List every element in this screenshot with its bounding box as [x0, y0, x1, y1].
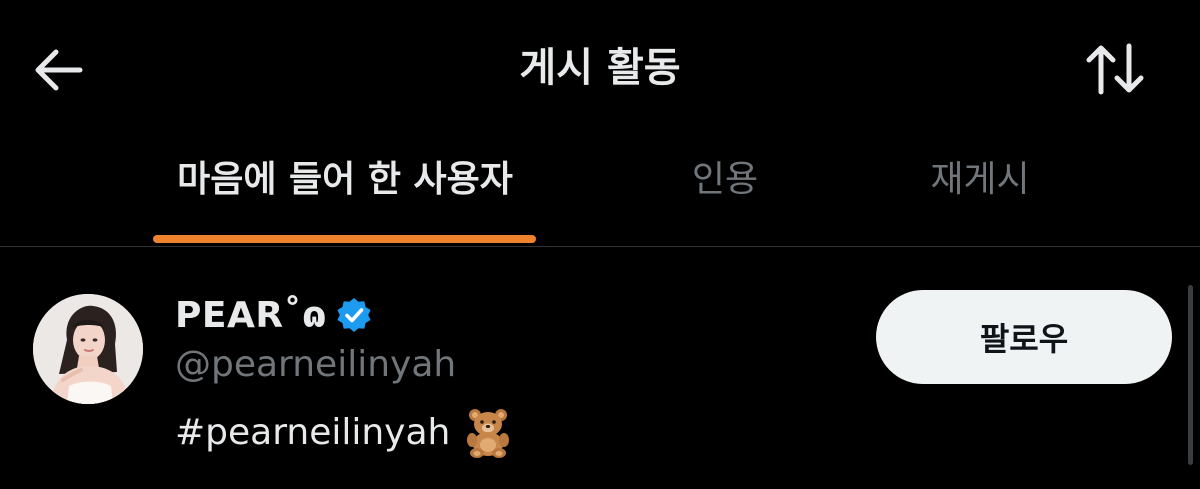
- tab-liked-by[interactable]: 마음에 들어 한 사용자: [150, 150, 540, 220]
- display-name[interactable]: PEAR˚ɷ: [175, 295, 327, 336]
- avatar-image: [33, 294, 143, 404]
- name-line: PEAR˚ɷ: [175, 292, 373, 338]
- tab-bar: 마음에 들어 한 사용자 인용 재게시: [0, 140, 1200, 247]
- verified-badge-icon: [335, 296, 373, 334]
- user-list-item[interactable]: PEAR˚ɷ @pearneilinyah #pearneilinyah 팔로우: [0, 270, 1200, 489]
- page-title: 게시 활동: [519, 45, 681, 91]
- top-bar: 게시 활동: [0, 0, 1200, 135]
- teddy-bear-emoji-icon: [462, 406, 514, 458]
- user-bio: #pearneilinyah: [175, 406, 514, 458]
- sort-button[interactable]: [1082, 36, 1148, 102]
- sort-arrows-icon: [1086, 43, 1144, 95]
- avatar[interactable]: [33, 294, 143, 404]
- bio-text[interactable]: #pearneilinyah: [175, 412, 450, 453]
- scrollbar[interactable]: [1188, 285, 1193, 465]
- back-button[interactable]: [28, 40, 88, 100]
- tab-reposts[interactable]: 재게시: [880, 150, 1080, 220]
- tab-quotes[interactable]: 인용: [640, 150, 810, 220]
- arrow-left-icon: [35, 49, 83, 91]
- user-handle[interactable]: @pearneilinyah: [175, 344, 456, 385]
- follow-button[interactable]: 팔로우: [876, 290, 1172, 384]
- active-tab-indicator: [153, 235, 536, 243]
